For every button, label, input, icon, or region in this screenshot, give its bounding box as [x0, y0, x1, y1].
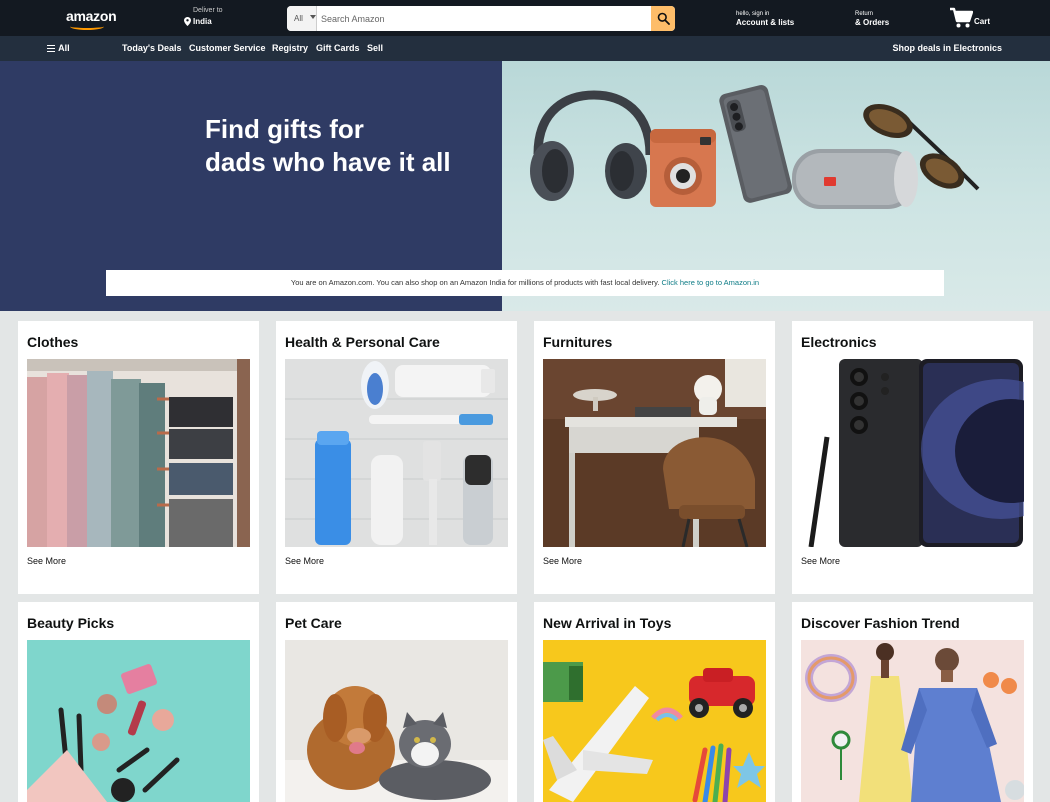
nav-sell[interactable]: Sell	[367, 43, 383, 53]
bluetooth-speaker-image	[792, 149, 918, 209]
cart-label: Cart	[974, 17, 991, 26]
returns-orders-link[interactable]: Return & Orders	[855, 11, 889, 27]
category-card-fashion[interactable]: Discover Fashion Trend	[792, 602, 1033, 802]
hero-banner[interactable]: Find gifts for dads who have it all You …	[0, 61, 1050, 311]
furniture-image[interactable]	[543, 359, 766, 547]
hero-title-line-2: dads who have it all	[205, 147, 451, 177]
hero-title: Find gifts for dads who have it all	[205, 113, 451, 179]
card-title: Discover Fashion Trend	[801, 615, 960, 631]
account-label: Account & lists	[736, 18, 795, 27]
pet-care-image[interactable]	[285, 640, 508, 802]
location-pin-icon	[184, 17, 191, 26]
category-card-health[interactable]: Health & Personal Care See More	[276, 321, 517, 594]
search-category-select[interactable]: All	[287, 6, 317, 31]
clothes-image[interactable]	[27, 359, 250, 547]
hamburger-icon	[47, 45, 55, 52]
card-title: Clothes	[27, 334, 79, 350]
nav-customer-service[interactable]: Customer Service	[189, 43, 266, 53]
hero-products-image	[530, 85, 980, 209]
smartphone-image	[719, 85, 792, 203]
see-more-link[interactable]: See More	[543, 556, 582, 566]
card-title: New Arrival in Toys	[543, 615, 672, 631]
search-bar: All	[287, 6, 675, 31]
sub-navbar: All Today's Deals Customer Service Regis…	[0, 36, 1050, 61]
amazon-in-link[interactable]: Click here to go to Amazon.in	[662, 278, 760, 287]
see-more-link[interactable]: See More	[27, 556, 66, 566]
nav-gift-cards[interactable]: Gift Cards	[316, 43, 360, 53]
see-more-link[interactable]: See More	[285, 556, 324, 566]
headphones-image	[530, 90, 655, 201]
cart-icon	[950, 7, 973, 28]
card-title: Pet Care	[285, 615, 342, 631]
nav-electronics-deals[interactable]: Shop deals in Electronics	[892, 43, 1002, 53]
card-title: Furnitures	[543, 334, 613, 350]
category-card-beauty[interactable]: Beauty Picks	[18, 602, 259, 802]
instant-camera-image	[650, 129, 716, 207]
category-card-clothes[interactable]: Clothes See More	[18, 321, 259, 594]
health-care-image[interactable]	[285, 359, 508, 547]
electronics-image[interactable]	[801, 359, 1024, 547]
account-menu[interactable]: hello, sign in Account & lists	[736, 11, 794, 27]
nav-todays-deals[interactable]: Today's Deals	[122, 43, 182, 53]
all-menu-label: All	[58, 43, 70, 53]
logo-smile-icon	[70, 23, 104, 30]
deliver-label: Deliver to	[193, 7, 223, 14]
beauty-image[interactable]	[27, 640, 250, 802]
nav-registry[interactable]: Registry	[272, 43, 308, 53]
toys-image[interactable]	[543, 640, 766, 802]
notice-text: You are on Amazon.com. You can also shop…	[290, 278, 660, 287]
orders-label: & Orders	[855, 18, 890, 27]
category-card-toys[interactable]: New Arrival in Toys	[534, 602, 775, 802]
cart-button[interactable]: Cart	[949, 7, 994, 31]
card-title: Beauty Picks	[27, 615, 115, 631]
all-menu-button[interactable]: All	[47, 43, 70, 53]
deliver-location: India	[193, 17, 212, 26]
search-category-label: All	[294, 14, 303, 23]
hero-title-line-1: Find gifts for	[205, 114, 364, 144]
account-greeting: hello, sign in	[736, 11, 770, 17]
card-title: Health & Personal Care	[285, 334, 440, 350]
top-navbar: amazon Deliver to India All hello, sign …	[0, 0, 1050, 36]
category-card-electronics[interactable]: Electronics See More	[792, 321, 1033, 594]
search-button[interactable]	[651, 6, 675, 31]
returns-label: Return	[855, 11, 874, 17]
country-notice-banner: You are on Amazon.com. You can also shop…	[106, 270, 944, 296]
fashion-image[interactable]	[801, 640, 1024, 802]
category-card-pet-care[interactable]: Pet Care	[276, 602, 517, 802]
chevron-down-icon	[310, 15, 316, 19]
card-title: Electronics	[801, 334, 877, 350]
see-more-link[interactable]: See More	[801, 556, 840, 566]
category-card-furnitures[interactable]: Furnitures See More	[534, 321, 775, 594]
logo-text: amazon	[66, 8, 117, 24]
search-icon	[657, 12, 670, 25]
search-input[interactable]	[317, 6, 651, 31]
